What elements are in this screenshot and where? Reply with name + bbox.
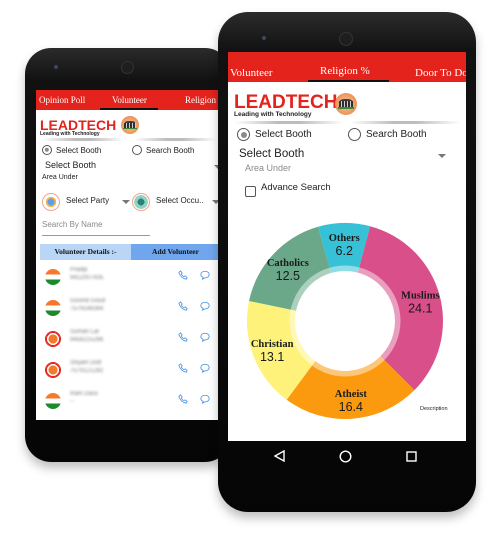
back-nav-button[interactable] xyxy=(274,450,286,462)
front-camera xyxy=(54,65,58,69)
parliament-emblem xyxy=(335,93,357,115)
select-booth-radio-label: Select Booth xyxy=(255,129,312,140)
search-input-underline xyxy=(42,235,150,236)
tab-opinion-poll[interactable]: Opinion Poll xyxy=(39,95,85,105)
message-icon[interactable] xyxy=(200,363,210,373)
slice-value: 6.2 xyxy=(336,244,353,258)
slice-label: Others xyxy=(329,233,360,244)
active-tab-indicator xyxy=(308,80,389,82)
select-booth-radio[interactable] xyxy=(237,128,250,141)
recents-nav-button[interactable] xyxy=(406,451,417,462)
right-tab-bar: Volunteer Religion % Door To Do xyxy=(228,52,466,82)
party-avatar xyxy=(45,362,61,378)
slice-value: 24.1 xyxy=(408,302,432,316)
speaker-grille xyxy=(121,61,134,74)
message-icon[interactable] xyxy=(200,270,210,280)
select-booth-radio-label: Select Booth xyxy=(56,146,102,155)
active-tab-indicator xyxy=(100,108,158,110)
right-screen: Volunteer Religion % Door To Do LEADTECH… xyxy=(228,52,466,441)
party-avatar xyxy=(45,300,61,316)
chevron-down-icon[interactable] xyxy=(122,200,130,204)
select-booth-dropdown[interactable]: Select Booth xyxy=(239,148,304,160)
call-icon[interactable] xyxy=(178,394,188,404)
message-icon[interactable] xyxy=(200,301,210,311)
religion-donut-chart: Others6.2 Muslims24.1 Atheist16.4 Christian… xyxy=(247,223,443,419)
leadtech-logo: LEADTECH Leading with Technology xyxy=(234,92,338,118)
slice-label: Christian xyxy=(251,339,294,350)
chart-description: Description xyxy=(420,406,448,412)
front-camera xyxy=(262,36,266,40)
speaker-grille xyxy=(339,32,353,46)
slice-value: 12.5 xyxy=(276,269,300,283)
chevron-down-icon[interactable] xyxy=(438,154,446,158)
volunteer-row[interactable]: Govind Goud 7579148364 xyxy=(36,293,220,324)
volunteer-phone: 9412007435 xyxy=(70,275,104,281)
area-under-label: Area Under xyxy=(42,174,78,181)
volunteer-name: Suman Lal xyxy=(70,329,99,335)
volunteer-row[interactable]: Shyam Dutt 7579121282 xyxy=(36,355,220,386)
volunteer-phone: -- xyxy=(70,399,74,405)
select-booth-radio[interactable] xyxy=(42,145,52,155)
left-tab-bar: Opinion Poll Volunteer Religion % xyxy=(36,90,220,110)
advance-search-label: Advance Search xyxy=(261,182,331,193)
home-icon xyxy=(339,450,352,463)
tab-religion[interactable]: Religion % xyxy=(185,95,220,105)
call-icon[interactable] xyxy=(178,270,188,280)
divider xyxy=(42,138,124,141)
divider xyxy=(234,121,344,124)
search-by-name-input[interactable]: Search By Name xyxy=(42,220,102,229)
select-occupation-dropdown[interactable]: Select Occu.. xyxy=(156,196,204,205)
search-booth-radio-label: Search Booth xyxy=(366,129,427,140)
search-booth-radio-label: Search Booth xyxy=(146,146,195,155)
volunteer-details-header: Volunteer Details :- xyxy=(40,244,131,260)
volunteer-phone: 9458215266 xyxy=(70,337,104,343)
party-avatar xyxy=(45,269,61,285)
message-icon[interactable] xyxy=(200,332,210,342)
tab-door-to-door[interactable]: Door To Do xyxy=(415,67,466,79)
slice-label: Catholics xyxy=(267,258,309,269)
area-under-label: Area Under xyxy=(245,163,292,173)
call-icon[interactable] xyxy=(178,332,188,342)
message-icon[interactable] xyxy=(200,394,210,404)
volunteer-row[interactable]: Ram Dass -- xyxy=(36,386,220,417)
volunteer-phone: 7579121282 xyxy=(70,368,104,374)
slice-value: 16.4 xyxy=(339,400,363,414)
back-icon xyxy=(274,450,285,462)
volunteer-row[interactable]: Suman Lal 9458215266 xyxy=(36,324,220,355)
slice-value: 13.1 xyxy=(260,350,284,364)
left-screen: Opinion Poll Volunteer Religion % LEADTE… xyxy=(36,90,220,420)
volunteer-name: Pradip xyxy=(70,267,88,273)
search-booth-radio[interactable] xyxy=(348,128,361,141)
call-icon[interactable] xyxy=(178,363,188,373)
recents-icon xyxy=(406,451,417,462)
advance-search-checkbox[interactable] xyxy=(245,186,256,197)
occupation-icon xyxy=(132,193,150,211)
volunteer-name: Shyam Dutt xyxy=(70,360,102,366)
volunteer-phone: 7579148364 xyxy=(70,306,104,312)
divider xyxy=(134,138,216,141)
slice-label: Muslims xyxy=(401,291,440,302)
donut-hole xyxy=(297,273,393,369)
parliament-emblem xyxy=(121,116,139,134)
volunteer-row[interactable]: Pradip 9412007435 xyxy=(36,262,220,293)
divider xyxy=(350,121,460,124)
select-booth-dropdown[interactable]: Select Booth xyxy=(45,160,96,170)
tab-religion[interactable]: Religion % xyxy=(320,65,370,77)
home-nav-button[interactable] xyxy=(339,450,352,463)
volunteer-name: Ram Dass xyxy=(70,391,99,397)
slice-label: Atheist xyxy=(335,389,368,400)
leadtech-logo: LEADTECH Leading with Technology xyxy=(40,117,117,137)
party-avatar xyxy=(45,393,61,409)
call-icon[interactable] xyxy=(178,301,188,311)
search-booth-radio[interactable] xyxy=(132,145,142,155)
tab-volunteer[interactable]: Volunteer xyxy=(112,95,147,105)
tab-volunteer[interactable]: Volunteer xyxy=(230,67,273,79)
select-party-dropdown[interactable]: Select Party xyxy=(66,196,109,205)
party-avatar xyxy=(45,331,61,347)
add-volunteer-button[interactable]: Add Volunteer xyxy=(131,244,220,260)
volunteer-name: Govind Goud xyxy=(70,298,106,304)
party-icon xyxy=(42,193,60,211)
